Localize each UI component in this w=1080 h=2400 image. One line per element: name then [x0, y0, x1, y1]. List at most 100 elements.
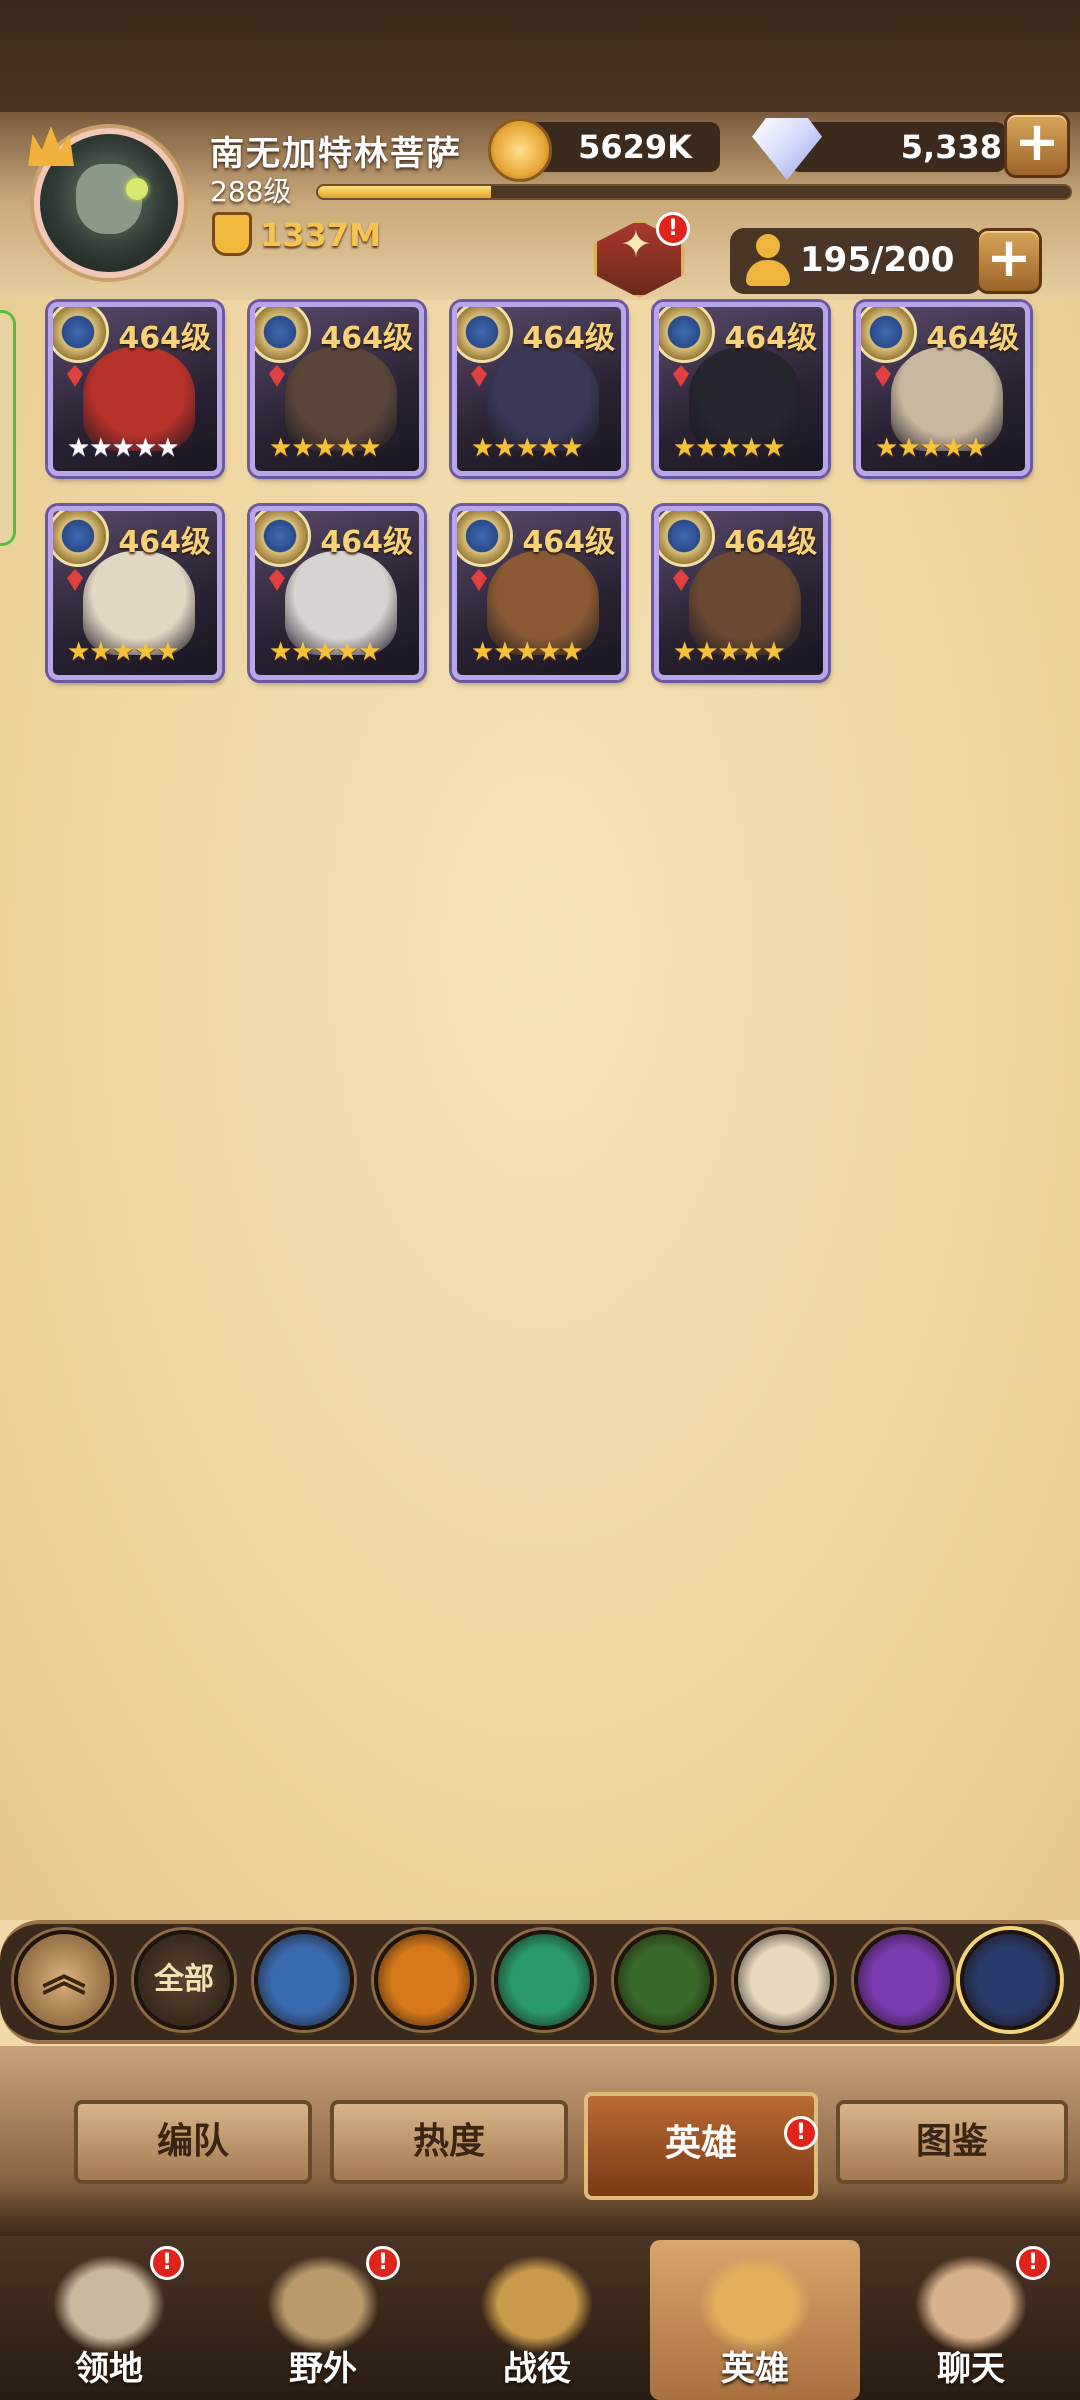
hero-level: 464级	[522, 525, 615, 560]
hero-stars: ★★★★★	[673, 433, 786, 463]
ascension-gem-icon	[673, 365, 689, 387]
notification-badge: !	[150, 2246, 184, 2280]
faction-emblem-icon	[659, 307, 715, 363]
add-diamonds-button[interactable]: +	[1004, 112, 1070, 178]
hero-stars: ★★★★★	[269, 637, 382, 667]
hero-level: 464级	[320, 525, 413, 560]
avatar-eye	[126, 178, 148, 200]
star-icon: ✦	[620, 222, 652, 266]
hero-level: 464级	[926, 321, 1019, 356]
status-bar-area	[0, 0, 1080, 120]
filter-lightbearer-compass[interactable]	[254, 1930, 354, 2030]
hero-stars: ★★★★★	[875, 433, 988, 463]
hero-card[interactable]: 464级 ★★★★★	[48, 506, 222, 680]
hero-card[interactable]: 464级 ★★★★★	[654, 302, 828, 476]
hero-card[interactable]: 464级 ★★★★★	[856, 302, 1030, 476]
nav-item-3[interactable]: 英雄	[650, 2240, 860, 2400]
castle-icon	[54, 2256, 164, 2352]
faction-emblem-icon	[659, 511, 715, 567]
notification-badge: !	[656, 212, 690, 246]
faction-emblem-icon	[457, 307, 513, 363]
hero-level: 464级	[522, 321, 615, 356]
celestial-star-icon	[752, 1948, 816, 2012]
hero-stars: ★★★★★	[471, 433, 584, 463]
hero-card[interactable]: 464级 ★★★★★	[654, 506, 828, 680]
ascension-gem-icon	[269, 365, 285, 387]
faction-emblem-icon	[255, 307, 311, 363]
ascension-gem-icon	[875, 365, 891, 387]
faction-emblem-icon	[861, 307, 917, 363]
faction-emblem-icon	[53, 511, 109, 567]
ascension-gem-icon	[471, 569, 487, 591]
hypogean-crystal-icon	[872, 1948, 936, 2012]
tab-3[interactable]: 图鉴	[836, 2100, 1068, 2184]
helmet-icon	[700, 2256, 810, 2352]
hero-stars: ★★★★★	[471, 637, 584, 667]
ascension-gem-icon	[673, 569, 689, 591]
hero-stars: ★★★★★	[269, 433, 382, 463]
hero-stars: ★★★★★	[673, 637, 786, 667]
hero-level: 464级	[118, 525, 211, 560]
combat-power: 1337M	[260, 216, 381, 254]
ascension-gem-icon	[67, 569, 83, 591]
collapse-filter-button[interactable]: ︽	[14, 1930, 114, 2030]
notification-badge: !	[784, 2116, 818, 2150]
hero-card[interactable]: 464级 ★★★★★	[452, 506, 626, 680]
gold-amount: 5629K	[578, 128, 692, 166]
dimensional-orb-icon	[978, 1948, 1042, 2012]
xp-bar-fill	[318, 186, 491, 198]
filter-graveborn-eye[interactable]	[614, 1930, 714, 2030]
player-level: 288级	[210, 175, 292, 208]
graveborn-eye-icon	[632, 1948, 696, 2012]
tab-0[interactable]: 编队	[74, 2100, 312, 2184]
hero-level: 464级	[118, 321, 211, 356]
person-icon	[746, 234, 790, 288]
hero-card[interactable]: 464级 ★★★★★	[250, 302, 424, 476]
ascension-gem-icon	[471, 365, 487, 387]
nav-label: 战役	[503, 2349, 571, 2389]
crossed-swords-icon	[482, 2256, 592, 2352]
ascension-gem-icon	[67, 365, 83, 387]
fist-icon	[212, 212, 252, 256]
hero-card[interactable]: 464级 ★★★★★	[452, 302, 626, 476]
nav-label: 领地	[75, 2349, 143, 2389]
filter-mauler-shield[interactable]	[374, 1930, 474, 2030]
hero-stars: ★★★★★	[67, 637, 180, 667]
hero-level: 464级	[724, 321, 817, 356]
filter-all-button[interactable]: 全部	[134, 1930, 234, 2030]
faction-emblem-icon	[255, 511, 311, 567]
nav-label: 聊天	[937, 2349, 1005, 2389]
side-drawer-handle[interactable]	[0, 310, 16, 546]
gold-coin-icon	[488, 118, 552, 182]
faction-emblem-icon	[53, 307, 109, 363]
hero-level: 464级	[724, 525, 817, 560]
double-chevron-up-icon: ︽	[42, 1950, 86, 2001]
xp-bar	[316, 184, 1072, 200]
hero-card[interactable]: 464级 ★★★★★	[48, 302, 222, 476]
filter-all-label: 全部	[154, 1962, 214, 1997]
faction-emblem-icon	[457, 511, 513, 567]
notification-badge: !	[1016, 2246, 1050, 2280]
lightbearer-compass-icon	[272, 1948, 336, 2012]
nav-item-2[interactable]: 战役	[432, 2240, 642, 2400]
filter-wilder-leaf[interactable]	[494, 1930, 594, 2030]
hero-level: 464级	[320, 321, 413, 356]
tab-1[interactable]: 热度	[330, 2100, 568, 2184]
roster-count: 195/200	[800, 240, 955, 280]
hero-stars: ★★★★★	[67, 433, 180, 463]
filter-hypogean-crystal[interactable]	[854, 1930, 954, 2030]
diamond-amount: 5,338	[900, 128, 1002, 166]
tab-2[interactable]: 英雄	[584, 2092, 818, 2200]
nav-label: 英雄	[721, 2349, 789, 2389]
expand-roster-button[interactable]: +	[976, 228, 1042, 294]
player-name: 南无加特林菩萨	[210, 134, 462, 174]
wilder-leaf-icon	[512, 1948, 576, 2012]
mauler-shield-icon	[392, 1948, 456, 2012]
nav-label: 野外	[289, 2349, 357, 2389]
filter-dimensional-orb[interactable]	[960, 1930, 1060, 2030]
filter-celestial-star[interactable]	[734, 1930, 834, 2030]
notification-badge: !	[366, 2246, 400, 2280]
hero-card[interactable]: 464级 ★★★★★	[250, 506, 424, 680]
ascension-gem-icon	[269, 569, 285, 591]
map-scroll-icon	[268, 2256, 378, 2352]
